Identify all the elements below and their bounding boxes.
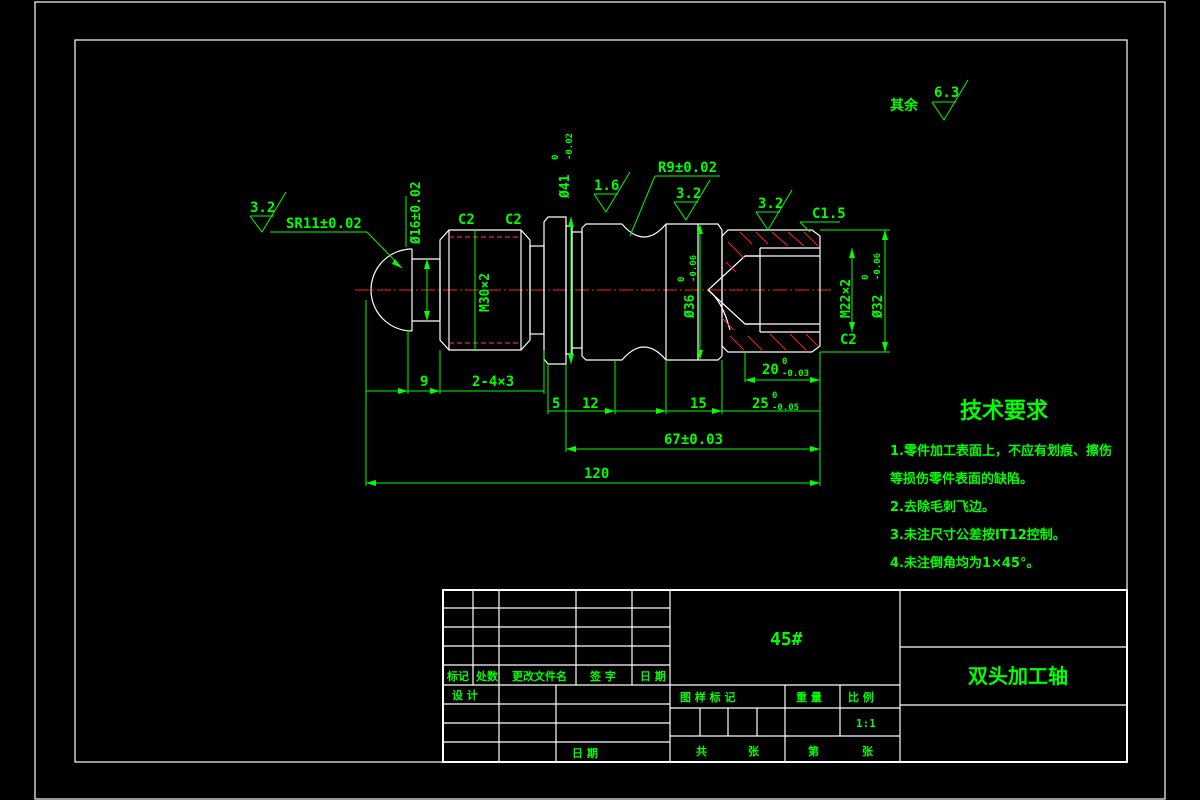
dim-d36-tol-low: -0.06 [689, 255, 699, 282]
roughness-other-label: 其余 [890, 97, 919, 114]
dim-l20: 20 [762, 362, 779, 378]
roughness-mid: 3.2 [676, 186, 701, 202]
dim-c2-a: C2 [458, 212, 475, 228]
tech-line-2: 等损伤零件表面的缺陷。 [889, 471, 1033, 487]
header-date: 日 期 [640, 669, 666, 683]
dim-r9: R9±0.02 [658, 160, 717, 176]
dim-d36-tol-up: 0 [677, 277, 687, 282]
dim-d41: Ø41 [558, 174, 573, 199]
tech-line-4: 3.未注尺寸公差按IT12控制。 [890, 527, 1066, 543]
dim-c2-c: C2 [840, 332, 857, 348]
sheet-total-unit: 张 [748, 744, 760, 758]
dim-m22: M22×2 [839, 279, 854, 318]
sheet-no-label: 第 [808, 744, 819, 758]
dim-l2x4x3: 2-4×3 [472, 374, 514, 390]
sheet-total-label: 共 [696, 744, 707, 758]
header-count: 处数 [475, 669, 499, 683]
tech-line-5: 4.未注倒角均为1×45°。 [890, 555, 1040, 571]
dim-d16: Ø16±0.02 [409, 181, 424, 245]
dim-l5: 5 [552, 396, 560, 412]
scale-value: 1:1 [856, 717, 876, 730]
dim-l25: 25 [752, 396, 769, 412]
dim-d32-tol-up: 0 [861, 275, 871, 280]
sheet-no-unit: 张 [862, 744, 874, 758]
tech-line-3: 2.去除毛刺飞边。 [890, 499, 995, 515]
material-label: 45# [770, 629, 803, 650]
header-sign: 签 字 [589, 669, 616, 683]
part-name: 双头加工轴 [968, 664, 1068, 688]
dim-l120: 120 [584, 466, 609, 482]
roughness-left-end: 3.2 [250, 200, 275, 216]
dim-l15: 15 [690, 396, 707, 412]
design-label: 设 计 [452, 688, 478, 702]
dim-l67: 67±0.03 [664, 432, 723, 448]
date-label: 日 期 [572, 746, 598, 760]
dim-m30: M30×2 [478, 273, 493, 312]
dim-d32-tol-low: -0.06 [873, 253, 883, 280]
roughness-collar: 1.6 [594, 178, 619, 194]
dim-sr11: SR11±0.02 [286, 216, 362, 232]
tech-line-1: 1.零件加工表面上，不应有划痕、擦伤 [890, 443, 1112, 459]
dim-d32: Ø32 [871, 295, 886, 319]
dim-c2-b: C2 [505, 212, 522, 228]
dim-c15: C1.5 [812, 206, 846, 222]
technical-requirements: 技术要求 1.零件加工表面上，不应有划痕、擦伤 等损伤零件表面的缺陷。 2.去除… [889, 399, 1112, 571]
roughness-symbols [249, 79, 969, 233]
dim-d41-tol-up: 0 [551, 155, 561, 160]
roughness-right-end: 3.2 [758, 196, 783, 212]
dim-d41-tol-low: -0.02 [565, 133, 575, 160]
scale-label: 比 例 [848, 690, 874, 704]
engineering-drawing: 其余 6.3 3.2 1.6 3.2 3.2 SR11±0.02 Ø16±0.0… [34, 1, 1166, 800]
drawing-mark-label: 图 样 标 记 [680, 690, 736, 704]
dim-d36: Ø36 [683, 294, 698, 319]
header-mark: 标记 [446, 669, 469, 683]
weight-label: 重 量 [796, 690, 822, 704]
dim-l20-tol-up: 0 [782, 357, 787, 367]
dim-l25-tol-up: 0 [772, 391, 777, 401]
tech-title: 技术要求 [960, 399, 1048, 424]
dim-l25-tol-low: -0.05 [772, 403, 799, 413]
header-doc: 更改文件名 [512, 669, 567, 683]
dim-l12: 12 [582, 396, 599, 412]
roughness-other-value: 6.3 [934, 85, 959, 101]
dimension-lines [270, 175, 890, 486]
dim-l20-tol-low: -0.03 [782, 369, 809, 379]
dim-l9: 9 [420, 374, 428, 390]
